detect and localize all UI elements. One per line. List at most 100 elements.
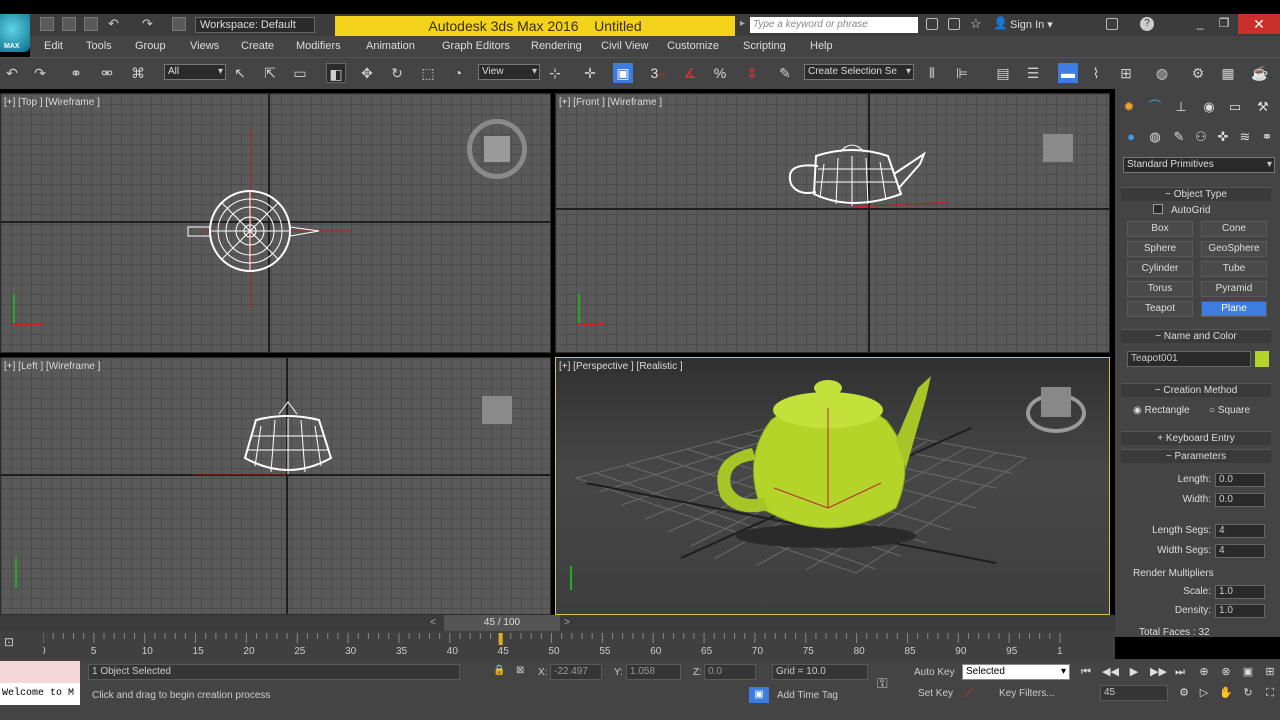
orbit-icon[interactable]: ↻: [1240, 686, 1256, 700]
cameras-icon[interactable]: ⚇: [1191, 127, 1211, 147]
viewport-left[interactable]: [+] [Left ] [Wireframe ]: [0, 357, 551, 615]
curve-editor-icon[interactable]: ⌇: [1086, 63, 1106, 83]
exchange-apps-icon[interactable]: [1106, 18, 1118, 30]
zoom-all-icon[interactable]: ⊗: [1218, 665, 1234, 679]
time-slider-thumb[interactable]: 45 / 100: [444, 615, 560, 631]
selection-lock-icon[interactable]: 🔒: [493, 665, 505, 676]
modify-tab-icon[interactable]: ⌒: [1145, 97, 1165, 117]
open-file-icon[interactable]: [62, 17, 76, 31]
length-spinner[interactable]: 0.0: [1215, 473, 1265, 487]
rollout-name-color[interactable]: − Name and Color: [1121, 329, 1271, 343]
y-coord-field[interactable]: 1.058: [626, 664, 681, 680]
schematic-view-icon[interactable]: ⊞: [1116, 63, 1136, 83]
hierarchy-tab-icon[interactable]: ⊥: [1171, 97, 1191, 117]
menu-edit[interactable]: Edit: [44, 40, 63, 52]
shapes-icon[interactable]: ◍: [1145, 127, 1165, 147]
pan-view-icon[interactable]: ✋: [1218, 686, 1234, 700]
box-button[interactable]: Box: [1127, 221, 1193, 237]
square-radio[interactable]: ○ Square: [1209, 405, 1250, 416]
width-spinner[interactable]: 0.0: [1215, 493, 1265, 507]
go-to-start-icon[interactable]: ⏮: [1078, 665, 1094, 679]
time-tag-icon[interactable]: ▣: [749, 687, 769, 703]
auto-key-button[interactable]: Auto Key: [914, 667, 955, 678]
current-frame-field[interactable]: 45: [1100, 685, 1168, 701]
viewport-top[interactable]: [+] [Top ] [Wireframe ]: [0, 93, 551, 353]
undo-quick-icon[interactable]: ↶: [108, 16, 119, 32]
unlink-icon[interactable]: ⚮: [97, 63, 117, 83]
rollout-parameters[interactable]: − Parameters: [1121, 449, 1271, 463]
binoculars-icon[interactable]: [926, 18, 938, 30]
add-time-tag-button[interactable]: Add Time Tag: [777, 690, 838, 701]
title-chevron-icon[interactable]: ▸: [740, 18, 745, 29]
zoom-icon[interactable]: ⊕: [1196, 665, 1212, 679]
select-object-icon[interactable]: ↖: [230, 63, 250, 83]
align-icon[interactable]: ⊫: [952, 63, 972, 83]
viewcube-top[interactable]: [467, 119, 527, 179]
rollout-creation-method[interactable]: − Creation Method: [1121, 383, 1271, 397]
time-slider-prev-icon[interactable]: <: [430, 617, 436, 628]
layer-explorer-icon[interactable]: ☰: [1023, 63, 1043, 83]
cone-button[interactable]: Cone: [1201, 221, 1267, 237]
menu-modifiers[interactable]: Modifiers: [296, 40, 341, 52]
menu-rendering[interactable]: Rendering: [531, 40, 582, 52]
motion-tab-icon[interactable]: ◉: [1199, 97, 1219, 117]
menu-scripting[interactable]: Scripting: [743, 40, 786, 52]
maxscript-listener-pink[interactable]: [0, 661, 80, 683]
key-icon[interactable]: ⚿: [877, 675, 888, 692]
save-file-icon[interactable]: [84, 17, 98, 31]
object-category-dropdown[interactable]: Standard Primitives: [1123, 157, 1275, 173]
render-production-icon[interactable]: ☕: [1250, 63, 1270, 83]
play-icon[interactable]: ▶: [1126, 665, 1142, 679]
snaps-toggle-icon[interactable]: 3∩: [648, 63, 668, 83]
toggle-ribbon-icon[interactable]: ▬: [1058, 63, 1078, 83]
display-tab-icon[interactable]: ▭: [1225, 97, 1245, 117]
zoom-extents-icon[interactable]: ▣: [1240, 665, 1256, 679]
geometry-icon[interactable]: ●: [1121, 127, 1141, 147]
favorites-star-icon[interactable]: ☆: [970, 16, 982, 32]
material-editor-icon[interactable]: ◍: [1152, 63, 1172, 83]
utilities-tab-icon[interactable]: ⚒: [1253, 97, 1273, 117]
rollout-object-type[interactable]: − Object Type: [1121, 187, 1271, 201]
viewcube-perspective[interactable]: [1026, 387, 1086, 433]
track-bar[interactable]: ⊡ 0 5 10 15 20 25 30 35 40 45 50 55 60 65 70 75 80 85 90 95…: [0, 631, 1115, 659]
viewport-label[interactable]: [+] [Left ] [Wireframe ]: [4, 361, 100, 372]
rendered-frame-window-icon[interactable]: ▦: [1218, 63, 1238, 83]
menu-civil-view[interactable]: Civil View: [601, 40, 648, 52]
viewport-perspective[interactable]: [+] [Perspective ] [Realistic ]: [555, 357, 1110, 615]
zoom-extents-all-icon[interactable]: ⊞: [1262, 665, 1278, 679]
length-segs-spinner[interactable]: 4: [1215, 524, 1265, 538]
mirror-icon[interactable]: ⫴: [922, 63, 942, 83]
undo-icon[interactable]: ↶: [2, 63, 22, 83]
project-folder-icon[interactable]: [172, 17, 186, 31]
viewport-label[interactable]: [+] [Front ] [Wireframe ]: [559, 97, 662, 108]
scale-spinner[interactable]: 1.0: [1215, 585, 1265, 599]
width-segs-spinner[interactable]: 4: [1215, 544, 1265, 558]
key-filters-button[interactable]: Key Filters...: [999, 688, 1055, 699]
geosphere-button[interactable]: GeoSphere: [1201, 241, 1267, 257]
create-tab-icon[interactable]: ✹: [1119, 97, 1139, 117]
menu-customize[interactable]: Customize: [667, 40, 719, 52]
reference-coordinate-dropdown[interactable]: View: [478, 64, 540, 80]
scene-explorer-icon[interactable]: ▤: [993, 63, 1013, 83]
default-in-out-tangent-icon[interactable]: ⟋: [964, 685, 973, 701]
select-manipulate-icon[interactable]: ✛: [580, 63, 600, 83]
space-warps-icon[interactable]: ≋: [1235, 127, 1255, 147]
menu-animation[interactable]: Animation: [366, 40, 415, 52]
time-slider[interactable]: < 45 / 100 >: [0, 615, 1115, 631]
spinner-snap-icon[interactable]: ⇕: [742, 63, 762, 83]
absolute-mode-icon[interactable]: ⊠: [516, 665, 524, 676]
bind-space-warp-icon[interactable]: ⌘: [128, 63, 148, 83]
edit-named-selection-icon[interactable]: ✎: [775, 63, 795, 83]
keyboard-shortcut-override-icon[interactable]: ▣: [613, 63, 633, 83]
window-crossing-icon[interactable]: ◧: [326, 63, 346, 83]
rectangle-radio[interactable]: ◉ Rectangle: [1133, 405, 1190, 416]
menu-views[interactable]: Views: [190, 40, 219, 52]
rotate-icon[interactable]: ↻: [387, 63, 407, 83]
viewport-label[interactable]: [+] [Perspective ] [Realistic ]: [559, 361, 683, 372]
set-key-button[interactable]: Set Key: [918, 688, 953, 699]
redo-quick-icon[interactable]: ↷: [142, 16, 153, 32]
go-to-end-icon[interactable]: ⏭: [1172, 665, 1188, 679]
workspace-dropdown[interactable]: Workspace: Default: [195, 17, 315, 33]
helpers-icon[interactable]: ✜: [1213, 127, 1233, 147]
density-spinner[interactable]: 1.0: [1215, 604, 1265, 618]
